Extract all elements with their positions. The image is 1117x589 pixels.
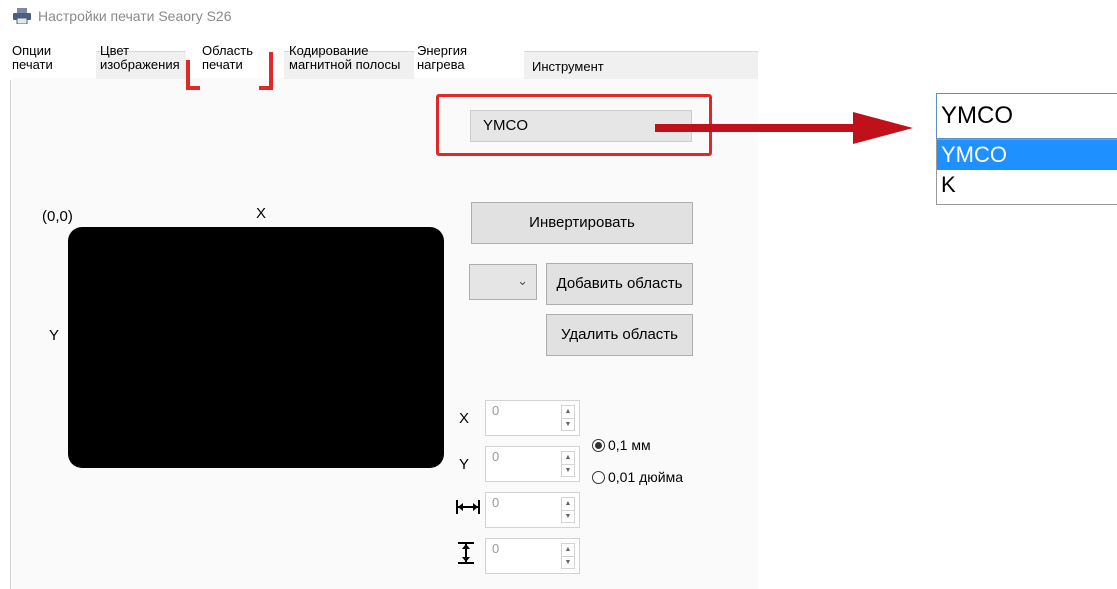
tab-label: Кодирование xyxy=(289,43,369,58)
stepper-down-icon[interactable]: ▼ xyxy=(562,557,574,569)
x-axis-label: X xyxy=(256,205,267,222)
tab-label: нагрева xyxy=(417,57,465,72)
tab-label: печати xyxy=(12,57,53,72)
tab-label: Опции xyxy=(12,43,52,58)
tab-label: Цвет xyxy=(100,43,130,58)
y-coord-label: Y xyxy=(459,456,470,473)
stepper-up-icon[interactable]: ▲ xyxy=(562,452,574,465)
stepper-buttons[interactable]: ▲ ▼ xyxy=(561,543,575,569)
dropdown-option-k[interactable]: K xyxy=(937,170,1117,200)
active-tab-marker-right xyxy=(269,52,273,90)
dropdown-list: YMCO K xyxy=(936,139,1117,205)
tab-label: магнитной полосы xyxy=(289,57,401,72)
y-coord-value: 0 xyxy=(492,449,500,464)
tab-heating-energy[interactable]: Энергия нагрева xyxy=(417,44,467,72)
stepper-buttons[interactable]: ▲ ▼ xyxy=(561,497,575,523)
add-area-button[interactable]: Добавить область xyxy=(546,263,693,305)
tab-label: Инструмент xyxy=(532,59,604,74)
area-select[interactable]: ⌄ xyxy=(469,264,537,300)
delete-area-button[interactable]: Удалить область xyxy=(546,314,693,356)
stepper-up-icon[interactable]: ▲ xyxy=(562,406,574,419)
unit-option-mm[interactable]: 0,1 мм xyxy=(592,437,651,453)
chevron-down-icon: ⌄ xyxy=(517,273,528,288)
window-title: Настройки печати Seaory S26 xyxy=(38,8,232,24)
printer-icon xyxy=(13,8,31,24)
stepper-down-icon[interactable]: ▼ xyxy=(562,465,574,477)
title-bar: Настройки печати Seaory S26 xyxy=(12,6,232,26)
tab-label: изображения xyxy=(100,57,180,72)
tab-tools[interactable]: Инструмент xyxy=(532,60,604,74)
stepper-down-icon[interactable]: ▼ xyxy=(562,511,574,523)
active-tab-marker-bottom-left xyxy=(186,86,200,90)
callout-arrow xyxy=(655,112,913,144)
height-stepper[interactable]: 0 ▲ ▼ xyxy=(485,538,580,574)
radio-unchecked-icon[interactable] xyxy=(592,470,605,484)
active-tab-marker-bottom-right xyxy=(259,86,273,90)
y-coord-stepper[interactable]: 0 ▲ ▼ xyxy=(485,446,580,482)
radio-checked-icon[interactable] xyxy=(592,438,605,452)
card-preview[interactable] xyxy=(68,227,444,468)
width-value: 0 xyxy=(492,495,500,510)
tab-print-area[interactable]: Область печати xyxy=(202,44,253,72)
origin-label: (0,0) xyxy=(42,208,73,225)
tab-label: Энергия xyxy=(417,43,468,58)
panel-border xyxy=(10,80,11,589)
y-axis-label: Y xyxy=(49,327,60,344)
height-icon xyxy=(458,542,474,564)
unit-option-inch[interactable]: 0,01 дюйма xyxy=(592,469,683,485)
tab-print-options[interactable]: Опции печати xyxy=(12,44,53,72)
tab-strip: Опции печати Цвет изображения Область пе… xyxy=(12,44,758,79)
tab-magnetic-encoding[interactable]: Кодирование магнитной полосы xyxy=(289,44,400,72)
tab-label: Область xyxy=(202,43,254,58)
x-coord-value: 0 xyxy=(492,403,500,418)
dropdown-field[interactable]: YMCO xyxy=(936,93,1117,139)
stepper-up-icon[interactable]: ▲ xyxy=(562,498,574,511)
unit-mm-label: 0,1 мм xyxy=(608,437,651,453)
stepper-down-icon[interactable]: ▼ xyxy=(562,419,574,431)
unit-inch-label: 0,01 дюйма xyxy=(608,469,684,485)
print-mode-dropdown: YMCO YMCO K xyxy=(936,93,1117,205)
width-stepper[interactable]: 0 ▲ ▼ xyxy=(485,492,580,528)
x-coord-label: X xyxy=(459,410,470,427)
tab-label: печати xyxy=(202,57,243,72)
x-coord-stepper[interactable]: 0 ▲ ▼ xyxy=(485,400,580,436)
tab-image-color[interactable]: Цвет изображения xyxy=(100,44,180,72)
stepper-buttons[interactable]: ▲ ▼ xyxy=(561,405,575,431)
stepper-up-icon[interactable]: ▲ xyxy=(562,544,574,557)
width-icon xyxy=(456,500,480,514)
height-value: 0 xyxy=(492,541,500,556)
stepper-buttons[interactable]: ▲ ▼ xyxy=(561,451,575,477)
invert-button[interactable]: Инвертировать xyxy=(471,202,693,244)
dropdown-option-ymco[interactable]: YMCO xyxy=(937,140,1117,170)
